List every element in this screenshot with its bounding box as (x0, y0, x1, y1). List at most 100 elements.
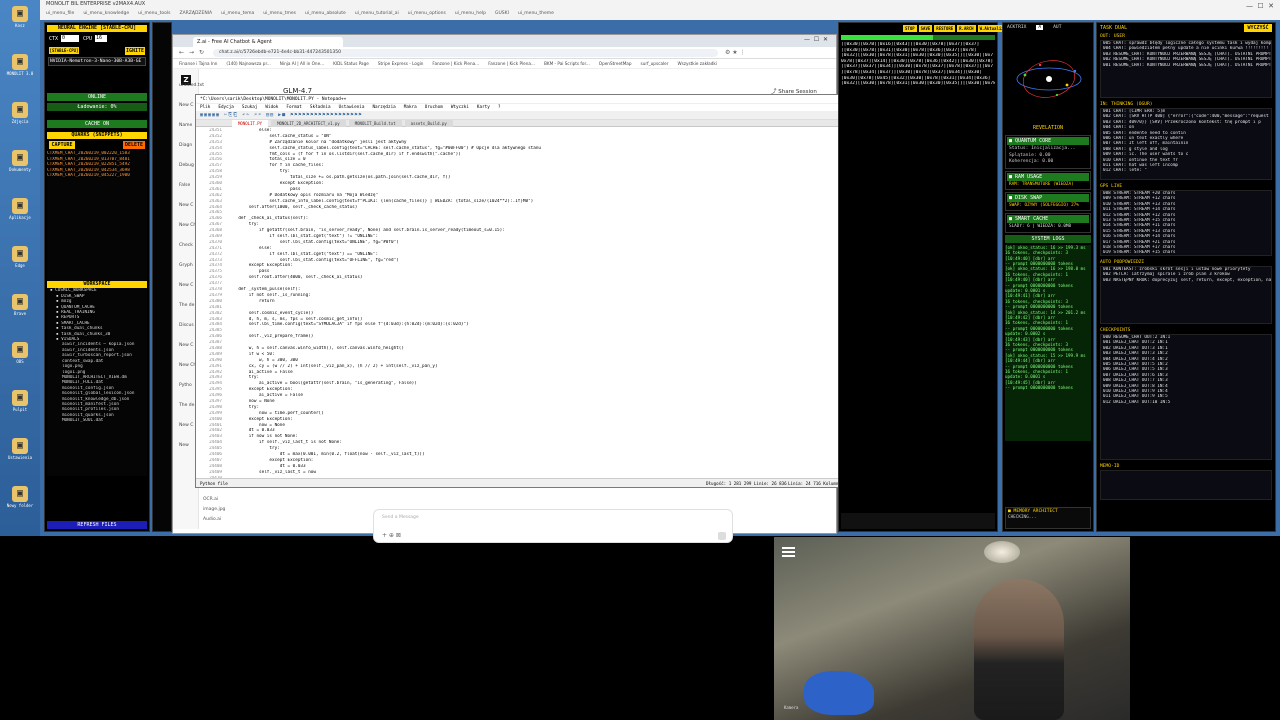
monitor-button[interactable]: R.ARCH (957, 25, 976, 32)
menu-item[interactable]: ui_menu_absolute (305, 11, 346, 16)
bookmark-item[interactable]: Stripe Express - Login (378, 61, 424, 66)
monitor-button[interactable]: RESTORE (934, 25, 956, 32)
visualization-tabs: ACKTRIX A AUT (1003, 23, 1093, 33)
monitor-button[interactable]: STOP (903, 25, 917, 32)
menu-item[interactable]: ui_menu_tmes (263, 11, 296, 16)
menu-item[interactable]: ui_menu_tutorial_ai (355, 11, 399, 16)
attached-files[interactable]: OCR.ai image.jpg Audio.ai (203, 497, 253, 527)
model-name[interactable]: NVIDIA-Nemotron-3-Nano-30B-A3B-GE (48, 57, 146, 67)
desktop-icon[interactable]: ▣ Ustawienia (6, 436, 34, 470)
forward-icon[interactable]: → (189, 49, 194, 56)
extensions-icon[interactable]: ⚙ ★ ⋮ (725, 49, 746, 56)
monitor-button[interactable]: SAVE (918, 25, 933, 32)
quarks-list[interactable]: CTXMEM_CHAT_20260219_002220_1583 CTXMEM_C… (47, 151, 147, 282)
bookmark-item[interactable]: Wszystkie zakładki (677, 61, 717, 66)
system-logs[interactable]: [ok] okno_status: 16 >> 199.3 ms 16 token… (1005, 244, 1091, 441)
add-attachment-icon[interactable]: + ⊕ ⊠ (382, 532, 401, 539)
address-bar[interactable]: chat.z.ai/c/5726ebdb-e721-4e4c-bb31-4472… (213, 49, 718, 57)
editor-menu-item[interactable]: Plik (200, 105, 210, 110)
bookmark-item[interactable]: OpenStreetMap (599, 61, 632, 66)
capture-button[interactable]: CAPTURE (49, 141, 75, 150)
toolbar-icons[interactable]: ▣▣▣▣▣ ✂⎘⎗ ↶↷ ⌕⌕ ▤▤ ▶■ ⚑⚑⚑⚑⚑⚑⚑⚑⚑⚑⚑⚑⚑⚑⚑⚑⚑⚑ (200, 112, 362, 118)
desktop-icon[interactable]: ▣ Zdjęcia (6, 100, 34, 134)
tree-file[interactable]: mionolit_global_lexicon.json (50, 391, 147, 396)
quark-item[interactable]: CTXMEM_CHAT_20260219_045227_1900 (47, 173, 147, 178)
bookmark-item[interactable]: Finanse i Tajna Inn (179, 61, 217, 66)
attached-file[interactable]: image.jpg (203, 507, 253, 517)
ctx-input[interactable]: 0 (61, 35, 79, 42)
viz-tab[interactable]: ACKTRIX (1005, 25, 1028, 30)
viz-tab[interactable]: A (1036, 25, 1044, 30)
bookmark-item[interactable]: Fanzone | Kick Plena... (488, 61, 535, 66)
browser-window-controls[interactable]: — ☐ ✕ (804, 36, 828, 43)
desktop-icon[interactable]: ▣ Kosz (6, 4, 34, 38)
menu-item[interactable]: GUSKI (495, 11, 509, 16)
editor-menu-item[interactable]: ? (498, 105, 501, 110)
desktop-icon[interactable]: ▣ Pulpit (6, 388, 34, 422)
checkpoints-log[interactable]: 000 RESUME_CHAT OUT:2 IN:1 001 DALEJ_CHAT… (1100, 334, 1272, 460)
bookmark-item[interactable]: (140) Najnowsza pr... (226, 61, 270, 66)
menu-item[interactable]: ui_menu_theme (518, 11, 554, 16)
editor-tab[interactable]: MONOLIT_Build.txt (348, 120, 402, 127)
editor-menu-item[interactable]: Narzędzia (372, 105, 395, 110)
window-controls[interactable]: — ☐ ✕ (1246, 2, 1274, 10)
editor-menu-item[interactable]: Edycja (218, 105, 234, 110)
browser-tab[interactable]: Z.ai - Free AI Chatbot & Agent (193, 37, 343, 47)
editor-tab[interactable]: MONOLIT_2D_ARCHITECT_v1.py (271, 120, 346, 127)
desktop-icon[interactable]: ▣ OBS (6, 340, 34, 374)
hamburger-icon[interactable] (782, 547, 795, 557)
editor-tab[interactable]: MONOLIT.PY (232, 120, 269, 127)
menu-item[interactable]: ui_menu_tools (138, 11, 170, 16)
code-text: self._viz_last_t = now (228, 469, 316, 475)
clear-button[interactable]: WYCZYŚĆ (1244, 24, 1272, 32)
refresh-files-button[interactable]: REFRESH FILES (47, 521, 147, 529)
thinking-log[interactable]: 001 CHAT: [CIMR ERR: 5]m 002 CHAT: [SRV H… (1100, 108, 1272, 180)
editor-menu-item[interactable]: Widok (265, 105, 278, 110)
desktop-icon-label: Brave (13, 311, 27, 316)
desktop-icon[interactable]: ▣ Dokumenty (6, 148, 34, 182)
menu-item[interactable]: ui_menu_knowledge (83, 11, 129, 16)
back-icon[interactable]: ← (179, 49, 184, 56)
bookmark-item[interactable]: Fanzone | Kick Plena... (432, 61, 479, 66)
editor-tab[interactable]: assets_Build.py (404, 120, 453, 127)
ignite-button[interactable]: IGNITE (125, 47, 145, 55)
attached-file[interactable]: Audio.ai (203, 517, 253, 527)
editor-menu-item[interactable]: Format (286, 105, 302, 110)
bookmarks-bar: Finanse i Tajna Inn (140) Najnowsza pr...… (173, 59, 836, 69)
editor-menu-item[interactable]: Uruchom (425, 105, 443, 110)
menu-item[interactable]: ui_menu_options (408, 11, 446, 16)
bookmark-item[interactable]: surf_upscaler (641, 61, 669, 66)
menu-item[interactable]: ZARZĄDZENIA (180, 11, 213, 16)
editor-menu-item[interactable]: Ustawienia (339, 105, 365, 110)
editor-menu-item[interactable]: Wtyczki (451, 105, 469, 110)
editor-menu-item[interactable]: Karty (477, 105, 490, 110)
memo-area[interactable] (1100, 470, 1272, 500)
bookmark-item[interactable]: KIDL Status Page (333, 61, 369, 66)
smart-cache-label: SMART CACHE (1015, 216, 1049, 223)
desktop-icon[interactable]: ▣ Nowy folder (6, 484, 34, 518)
editor-menu-item[interactable]: Składnia (310, 105, 331, 110)
bookmark-item[interactable]: BKM - Pai Scripts for... (544, 61, 590, 66)
delete-button[interactable]: DELETE (123, 141, 145, 150)
cpu-input[interactable]: 16 (95, 35, 107, 42)
send-icon[interactable] (718, 532, 726, 540)
desktop-icon[interactable]: ▣ Brave (6, 292, 34, 326)
workspace-tree[interactable]: ▪ COSMIC_WORKSPACE ▪ DISK_SWAP ▪ mózg ▪ QUA… (47, 288, 147, 477)
desktop-icon[interactable]: ▣ Edge (6, 244, 34, 278)
user-out-log[interactable]: 005 CHAT: sprawdź błędy logiczne całego … (1100, 40, 1272, 98)
gps-live-log[interactable]: 008 STREAM: STREAM +20 chars 009 STREAM: … (1100, 190, 1272, 256)
message-input[interactable]: Send a Message + ⊕ ⊠ (373, 509, 733, 543)
bookmark-item[interactable]: Ninja AI | All in One... (280, 61, 324, 66)
tree-file[interactable]: MONOLIT_SOUL.dat (50, 418, 147, 423)
attached-file[interactable]: OCR.ai (203, 497, 253, 507)
editor-menu-item[interactable]: Makra (404, 105, 417, 110)
editor-menu-item[interactable]: Szukaj (242, 105, 258, 110)
desktop-icon[interactable]: ▣ Aplikacje (6, 196, 34, 230)
desktop-icon[interactable]: ▣ MONOLIT 3.0 (6, 52, 34, 86)
menu-item[interactable]: ui_menu_help (455, 11, 486, 16)
menu-item[interactable]: ui_menu_file (46, 11, 74, 16)
auto-hints-log[interactable]: 001 KONTEKST: zróbski skrót sesji i usta… (1100, 266, 1272, 324)
menu-item[interactable]: ui_menu_tema (221, 11, 254, 16)
reload-icon[interactable]: ↻ (199, 49, 204, 56)
viz-tab[interactable]: AUT (1051, 25, 1063, 30)
